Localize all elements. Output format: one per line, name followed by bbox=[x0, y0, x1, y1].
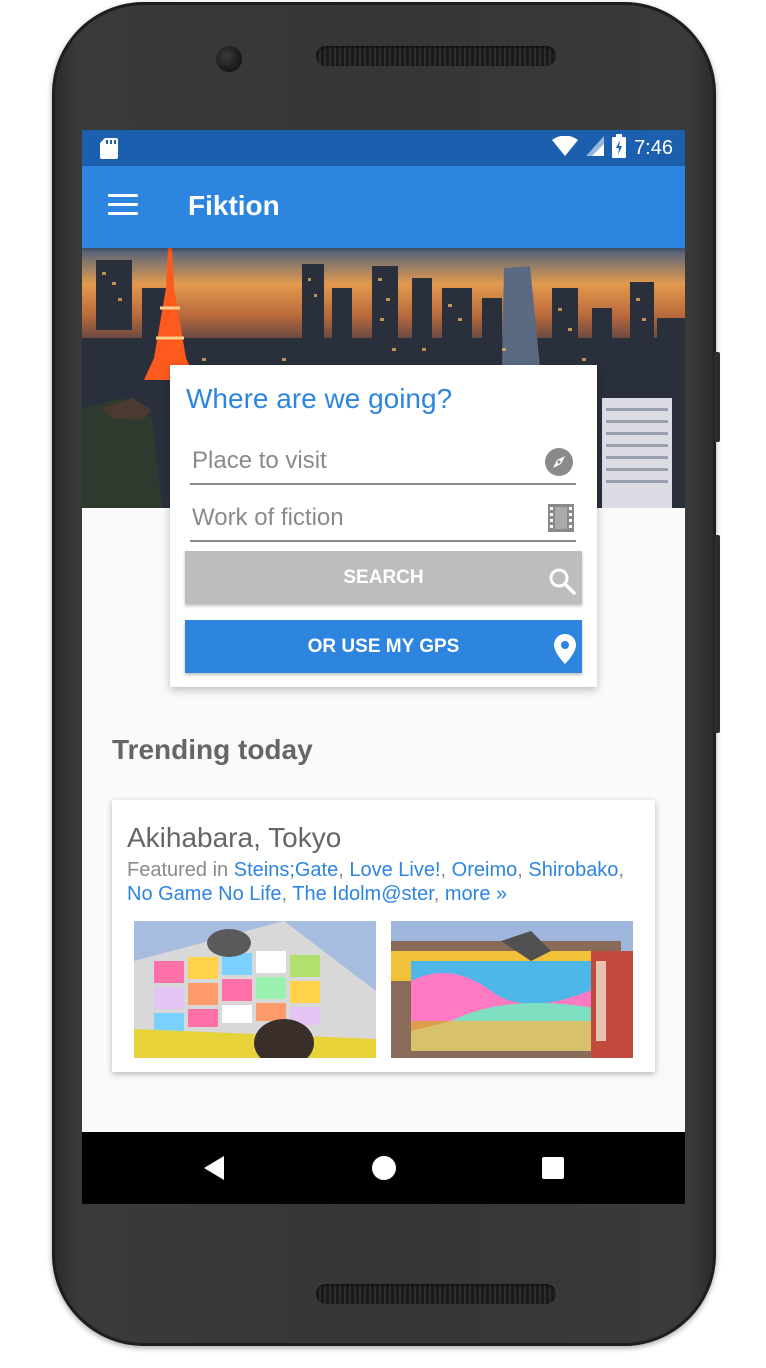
search-heading: Where are we going? bbox=[186, 383, 453, 414]
place-to-visit-placeholder: Place to visit bbox=[192, 447, 327, 474]
work-of-fiction-placeholder: Work of fiction bbox=[192, 504, 344, 531]
work-link[interactable]: The Idolm@ster bbox=[292, 883, 433, 905]
back-icon[interactable] bbox=[202, 1154, 226, 1187]
film-strip-icon[interactable] bbox=[548, 504, 574, 537]
home-icon[interactable] bbox=[371, 1154, 397, 1187]
front-camera bbox=[216, 46, 242, 72]
work-link[interactable]: No Game No Life bbox=[127, 883, 282, 905]
battery-charging-icon bbox=[612, 133, 627, 163]
compass-icon[interactable] bbox=[544, 447, 574, 482]
wifi-icon bbox=[552, 135, 579, 161]
hamburger-menu-icon[interactable] bbox=[108, 194, 138, 218]
location-pin-icon bbox=[554, 632, 576, 686]
top-speaker bbox=[316, 46, 556, 66]
featured-prefix: Featured in bbox=[127, 859, 234, 881]
status-time: 7:46 bbox=[634, 136, 673, 159]
place-name: Akihabara, Tokyo bbox=[127, 822, 342, 853]
place-card[interactable]: Akihabara, Tokyo Featured in Steins;Gate… bbox=[112, 800, 655, 1072]
volume-button bbox=[714, 352, 720, 442]
work-link[interactable]: Oreimo bbox=[452, 859, 518, 881]
sd-card-icon bbox=[100, 138, 118, 164]
screen: 7:46 Fiktion Where are we going? Place t… bbox=[82, 130, 685, 1204]
work-link[interactable]: Shirobako bbox=[528, 859, 618, 881]
trending-heading: Trending today bbox=[112, 734, 313, 765]
work-link[interactable]: Steins;Gate bbox=[234, 859, 339, 881]
work-of-fiction-field[interactable]: Work of fiction bbox=[190, 500, 576, 542]
place-photo[interactable] bbox=[134, 921, 376, 1058]
use-gps-button[interactable]: OR USE MY GPS bbox=[185, 620, 582, 673]
search-icon bbox=[548, 563, 576, 617]
app-bar: Fiktion bbox=[82, 166, 685, 248]
more-link[interactable]: more » bbox=[445, 883, 507, 905]
status-bar: 7:46 bbox=[82, 130, 685, 166]
search-button[interactable]: SEARCH bbox=[185, 551, 582, 604]
search-button-label: SEARCH bbox=[343, 567, 424, 588]
place-to-visit-field[interactable]: Place to visit bbox=[190, 443, 576, 485]
place-photo[interactable] bbox=[391, 921, 633, 1058]
recents-icon[interactable] bbox=[541, 1154, 565, 1187]
featured-in-text: Featured in Steins;Gate, Love Live!, Ore… bbox=[127, 859, 624, 905]
signal-icon bbox=[586, 135, 605, 161]
work-link[interactable]: Love Live! bbox=[349, 859, 440, 881]
power-button bbox=[714, 535, 720, 733]
bottom-speaker bbox=[316, 1284, 556, 1304]
app-title: Fiktion bbox=[188, 190, 280, 221]
search-card: Where are we going? Place to visit Work … bbox=[170, 365, 597, 687]
use-gps-button-label: OR USE MY GPS bbox=[307, 636, 460, 657]
system-nav-bar bbox=[82, 1132, 685, 1204]
